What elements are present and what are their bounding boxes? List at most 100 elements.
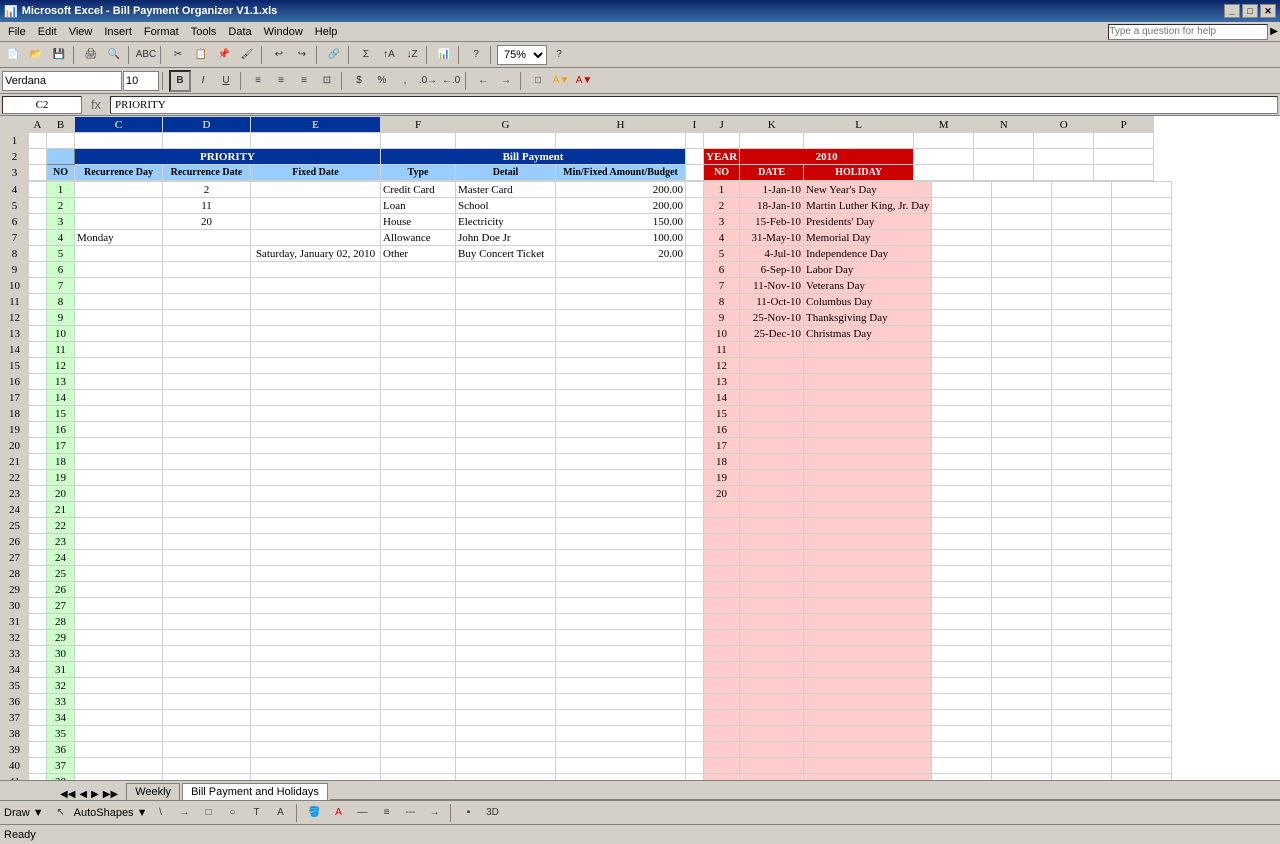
cell-n33[interactable] (992, 646, 1052, 662)
cell-k28[interactable] (740, 566, 804, 582)
cell-j32[interactable] (704, 630, 740, 646)
cell-i34[interactable] (686, 662, 704, 678)
cell-k34[interactable] (740, 662, 804, 678)
col-header-a[interactable]: A (29, 117, 47, 133)
cell-k11[interactable]: 11-Oct-10 (740, 294, 804, 310)
cell-j33[interactable] (704, 646, 740, 662)
cell-p31[interactable] (1112, 614, 1172, 630)
paste-button[interactable]: 📌 (213, 44, 235, 66)
cell-p38[interactable] (1112, 726, 1172, 742)
cell-l28[interactable] (804, 566, 932, 582)
cell-j10[interactable]: 7 (704, 278, 740, 294)
row-header[interactable]: 38 (1, 726, 29, 742)
cell-o25[interactable] (1052, 518, 1112, 534)
cell-p10[interactable] (1112, 278, 1172, 294)
col-header-k[interactable]: K (740, 117, 804, 133)
cell-d30[interactable] (163, 598, 251, 614)
cell-a34[interactable] (29, 662, 47, 678)
cell-h21[interactable] (556, 454, 686, 470)
cell-b28[interactable]: 25 (47, 566, 75, 582)
line-button[interactable]: \ (150, 802, 172, 824)
tab-bill-payment[interactable]: Bill Payment and Holidays (182, 783, 328, 800)
cell-a31[interactable] (29, 614, 47, 630)
cell-n11[interactable] (992, 294, 1052, 310)
cell-n2[interactable] (974, 149, 1034, 165)
cell-f35[interactable] (381, 678, 456, 694)
cell-g11[interactable] (456, 294, 556, 310)
cell-m14[interactable] (932, 342, 992, 358)
row-header[interactable]: 40 (1, 758, 29, 774)
3d-button[interactable]: 3D (482, 802, 504, 824)
cell-o37[interactable] (1052, 710, 1112, 726)
cell-d34[interactable] (163, 662, 251, 678)
cell-g37[interactable] (456, 710, 556, 726)
tab-nav-right[interactable]: ▶▶ (103, 789, 118, 800)
cell-n1[interactable] (974, 133, 1034, 149)
cell-o34[interactable] (1052, 662, 1112, 678)
cell-l1[interactable] (804, 133, 914, 149)
cell-b19[interactable]: 16 (47, 422, 75, 438)
cell-n8[interactable] (992, 246, 1052, 262)
col-header-j[interactable]: J (704, 117, 740, 133)
cell-j8[interactable]: 5 (704, 246, 740, 262)
cell-p14[interactable] (1112, 342, 1172, 358)
cell-d39[interactable] (163, 742, 251, 758)
cell-a9[interactable] (29, 262, 47, 278)
cell-p33[interactable] (1112, 646, 1172, 662)
cell-k38[interactable] (740, 726, 804, 742)
print-preview-button[interactable]: 🔍 (103, 44, 125, 66)
cell-h34[interactable] (556, 662, 686, 678)
cell-m6[interactable] (932, 214, 992, 230)
cell-d9[interactable] (163, 262, 251, 278)
cell-e29[interactable] (251, 582, 381, 598)
name-box[interactable]: C2 (2, 96, 82, 114)
cell-g32[interactable] (456, 630, 556, 646)
cell-o35[interactable] (1052, 678, 1112, 694)
cell-g38[interactable] (456, 726, 556, 742)
cell-o8[interactable] (1052, 246, 1112, 262)
cell-j36[interactable] (704, 694, 740, 710)
cell-f37[interactable] (381, 710, 456, 726)
cell-c18[interactable] (75, 406, 163, 422)
cell-p24[interactable] (1112, 502, 1172, 518)
cell-e25[interactable] (251, 518, 381, 534)
cell-a12[interactable] (29, 310, 47, 326)
cell-p37[interactable] (1112, 710, 1172, 726)
cell-e35[interactable] (251, 678, 381, 694)
cell-m39[interactable] (932, 742, 992, 758)
subheader-fixeddate[interactable]: Fixed Date (251, 165, 381, 181)
row-header[interactable]: 29 (1, 582, 29, 598)
cell-o33[interactable] (1052, 646, 1112, 662)
percent-button[interactable]: % (371, 70, 393, 92)
cell-g13[interactable] (456, 326, 556, 342)
cell-d33[interactable] (163, 646, 251, 662)
cell-l14[interactable] (804, 342, 932, 358)
cell-i11[interactable] (686, 294, 704, 310)
cell-a1[interactable] (29, 133, 47, 149)
cell-d31[interactable] (163, 614, 251, 630)
cell-a13[interactable] (29, 326, 47, 342)
cell-h15[interactable] (556, 358, 686, 374)
font-name-input[interactable] (2, 71, 122, 91)
cell-h35[interactable] (556, 678, 686, 694)
cell-c10[interactable] (75, 278, 163, 294)
cell-b38[interactable]: 35 (47, 726, 75, 742)
cell-d12[interactable] (163, 310, 251, 326)
cell-l7[interactable]: Memorial Day (804, 230, 932, 246)
cell-j38[interactable] (704, 726, 740, 742)
cell-j14[interactable]: 11 (704, 342, 740, 358)
cell-p34[interactable] (1112, 662, 1172, 678)
undo-button[interactable]: ↩ (268, 44, 290, 66)
cell-b37[interactable]: 34 (47, 710, 75, 726)
menu-item-format[interactable]: Format (138, 24, 185, 40)
cell-i33[interactable] (686, 646, 704, 662)
cell-m34[interactable] (932, 662, 992, 678)
cell-n26[interactable] (992, 534, 1052, 550)
cell-k1[interactable] (740, 133, 804, 149)
cell-g10[interactable] (456, 278, 556, 294)
cell-o12[interactable] (1052, 310, 1112, 326)
cell-m30[interactable] (932, 598, 992, 614)
cell-a35[interactable] (29, 678, 47, 694)
cell-d29[interactable] (163, 582, 251, 598)
cell-n25[interactable] (992, 518, 1052, 534)
